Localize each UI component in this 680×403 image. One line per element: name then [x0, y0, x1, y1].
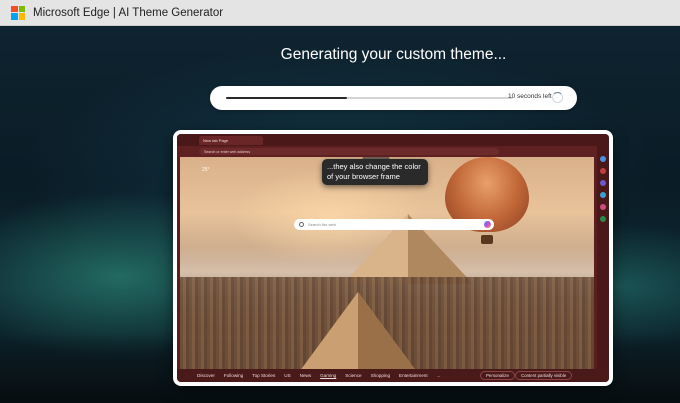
personalize-pill: Personalize [480, 371, 515, 380]
front-pyramid-shade [358, 292, 428, 377]
sidebar-outlook-icon [600, 192, 606, 198]
feed-nav-item: Discover [197, 373, 215, 378]
microsoft-logo-icon [11, 5, 25, 20]
sidebar-games-icon [600, 204, 606, 210]
copilot-icon [484, 221, 491, 228]
time-remaining-text: 10 seconds left [508, 93, 552, 100]
feed-nav-item: ... [436, 373, 441, 378]
tooltip-callout: ...they also change the color of your br… [322, 159, 428, 185]
preview-address-bar: Search or enter web address [199, 148, 499, 155]
feed-nav-item: Shopping [370, 373, 391, 378]
feed-nav-item: Science [345, 373, 362, 378]
progress-fill [226, 97, 347, 99]
feed-nav-item: Gaming [320, 373, 337, 378]
theme-generator-stage: Generating your custom theme... 10 secon… [0, 26, 680, 403]
window-title: Microsoft Edge | AI Theme Generator [33, 6, 224, 19]
browser-preview: New tab Page Search or enter web address [177, 134, 609, 382]
preview-background-image: 25° Search the web ...they also change t… [180, 157, 594, 377]
search-placeholder: Search the web [308, 222, 336, 227]
preview-tab: New tab Page [199, 135, 263, 145]
loading-spinner-icon [552, 92, 563, 103]
sidebar-copilot-icon [600, 156, 606, 162]
content-visibility-pill: Content partially visible [515, 371, 573, 380]
progress-card: 10 seconds left [210, 86, 577, 110]
progress-track [226, 97, 513, 99]
preview-search-box: Search the web [294, 219, 494, 230]
feed-nav-item: US [284, 373, 291, 378]
sidebar-shopping-icon [600, 168, 606, 174]
theme-preview-card: New tab Page Search or enter web address [173, 130, 613, 386]
page-heading: Generating your custom theme... [280, 46, 507, 63]
sidebar-office-icon [600, 216, 606, 222]
preview-tabstrip: New tab Page [177, 134, 609, 146]
feed-nav-item: News [299, 373, 312, 378]
feed-nav-item: Top Stories [252, 373, 276, 378]
balloon-basket [481, 235, 493, 244]
preview-toolbar: Search or enter web address [177, 146, 609, 157]
sidebar-tools-icon [600, 180, 606, 186]
window-titlebar: Microsoft Edge | AI Theme Generator [0, 0, 680, 26]
preview-sidebar [597, 146, 609, 382]
weather-widget: 25° [202, 167, 210, 173]
feed-nav-item: Entertainment [399, 373, 428, 378]
preview-feed-nav: Discover Following Top Stories US News Gaming… [177, 369, 609, 382]
feed-nav-item: Following [223, 373, 244, 378]
search-icon [299, 222, 304, 227]
